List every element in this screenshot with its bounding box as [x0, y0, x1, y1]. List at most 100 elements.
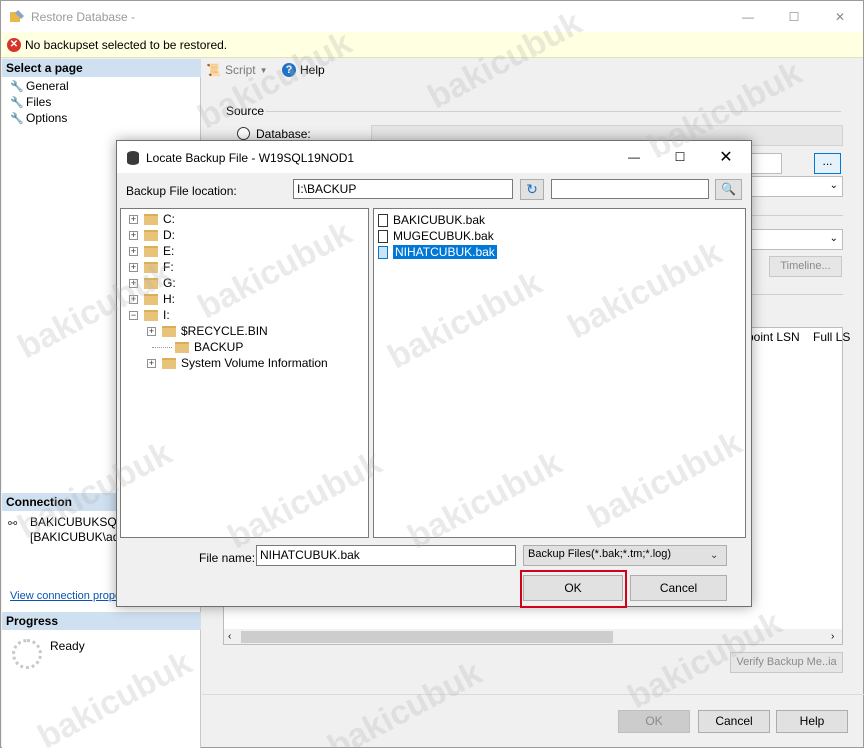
source-database-combo[interactable]: ⌄ [749, 176, 843, 197]
script-icon: 📜 [206, 63, 221, 77]
file-type-select[interactable]: Backup Files(*.bak;*.tm;*.log) [523, 545, 727, 566]
minimize-button[interactable]: — [725, 1, 771, 32]
file-name: MUGECUBUK.bak [393, 229, 494, 243]
expand-icon[interactable]: + [129, 246, 138, 256]
file-item[interactable]: MUGECUBUK.bak [378, 228, 494, 244]
expand-icon[interactable]: + [147, 326, 156, 336]
folder-icon [144, 277, 158, 289]
view-connection-properties-link[interactable]: View connection prope [10, 590, 121, 602]
expand-icon[interactable]: + [147, 358, 156, 368]
folder-tree[interactable]: + C: + D: + E: + F: + G: + H: − I: + $RECYCLE.BI… [120, 208, 369, 538]
close-button[interactable]: ✕ [817, 1, 863, 32]
expand-icon[interactable]: + [129, 214, 138, 224]
folder-icon [144, 309, 158, 321]
source-group-label: Source [226, 104, 265, 118]
dialog-minimize-button[interactable]: — [611, 141, 657, 173]
tree-node-label: I: [163, 308, 170, 322]
wrench-icon: 🔧 [10, 80, 24, 93]
ok-highlight-frame [520, 570, 627, 608]
page-general[interactable]: 🔧 General [10, 79, 69, 93]
tree-node-c[interactable]: + C: [129, 211, 175, 227]
tree-node-i[interactable]: − I: [129, 307, 170, 323]
progress-header: Progress [2, 612, 201, 630]
scrollbar-thumb[interactable] [241, 631, 613, 643]
expand-icon[interactable]: + [129, 262, 138, 272]
footer-divider [202, 694, 864, 695]
expand-icon[interactable]: + [129, 294, 138, 304]
timeline-button[interactable]: Timeline... [769, 256, 842, 277]
tree-node-d[interactable]: + D: [129, 227, 175, 243]
page-options[interactable]: 🔧 Options [10, 111, 67, 125]
tree-node-label: C: [163, 212, 175, 226]
restore-database-window: Restore Database - — ☐ ✕ ✕ No backupset … [0, 0, 864, 748]
expand-icon[interactable]: + [129, 278, 138, 288]
chevron-down-icon: ⌄ [829, 233, 838, 244]
connection-icon: ⚯ [8, 518, 18, 530]
file-item[interactable]: BAKICUBUK.bak [378, 212, 485, 228]
database-radio-label: Database: [256, 127, 311, 141]
file-name-input[interactable]: NIHATCUBUK.bak [256, 545, 516, 566]
tree-node-e[interactable]: + E: [129, 243, 174, 259]
file-name: BAKICUBUK.bak [393, 213, 486, 227]
chevron-down-icon[interactable]: ⌄ [710, 550, 718, 561]
file-icon [378, 229, 388, 243]
tree-node-label: G: [163, 276, 176, 290]
backup-location-input[interactable]: I:\BACKUP [293, 179, 513, 199]
destination-database-combo[interactable]: ⌄ [749, 229, 843, 250]
cancel-button[interactable]: Cancel [698, 710, 770, 733]
folder-icon [144, 245, 158, 257]
tree-node-label: $RECYCLE.BIN [181, 324, 268, 338]
tree-node-recycle-bin[interactable]: + $RECYCLE.BIN [147, 323, 268, 339]
chevron-down-icon: ▼ [259, 65, 268, 75]
page-options-label: Options [26, 111, 68, 125]
script-button[interactable]: 📜 Script ▼ [206, 63, 268, 77]
tree-node-backup[interactable]: BACKUP [152, 339, 243, 355]
tree-node-label: H: [163, 292, 175, 306]
tree-node-f[interactable]: + F: [129, 259, 174, 275]
tree-node-system-volume-information[interactable]: + System Volume Information [147, 355, 328, 371]
tree-node-h[interactable]: + H: [129, 291, 175, 307]
help-toolbar-button[interactable]: ? Help [282, 63, 325, 77]
dialog-maximize-button[interactable]: ☐ [657, 141, 703, 173]
page-files-label: Files [26, 95, 52, 109]
collapse-icon[interactable]: − [129, 310, 138, 320]
scroll-right-icon[interactable]: › [831, 631, 834, 642]
tree-node-label: D: [163, 228, 175, 242]
folder-icon [162, 325, 176, 337]
dialog-title: Locate Backup File - W19SQL19NOD1 [146, 151, 355, 165]
scroll-left-icon[interactable]: ‹ [228, 631, 231, 642]
ok-button[interactable]: OK [618, 710, 690, 733]
refresh-button[interactable]: ↻ [520, 179, 544, 200]
help-toolbar-label: Help [300, 63, 325, 77]
file-list[interactable]: BAKICUBUK.bak MUGECUBUK.bak NIHATCUBUK.b… [373, 208, 746, 538]
expand-icon[interactable]: + [129, 230, 138, 240]
grid-column-header[interactable]: point LSN [747, 330, 800, 344]
tree-node-label: E: [163, 244, 175, 258]
search-icon: 🔍 [721, 182, 736, 196]
wrench-icon: 🔧 [10, 96, 24, 109]
restore-plan-divider [749, 294, 843, 295]
dialog-close-button[interactable]: ✕ [703, 141, 749, 173]
verify-backup-media-button[interactable]: Verify Backup Me..ia [730, 652, 843, 673]
toolbar: 📜 Script ▼ ? Help [202, 59, 863, 85]
grid-column-header[interactable]: Full LS [813, 330, 850, 344]
maximize-button[interactable]: ☐ [771, 1, 817, 32]
file-item-selected[interactable]: NIHATCUBUK.bak [378, 244, 498, 260]
page-files[interactable]: 🔧 Files [10, 95, 51, 109]
dialog-title-bar: Locate Backup File - W19SQL19NOD1 — ☐ ✕ [117, 141, 751, 173]
dialog-cancel-button[interactable]: Cancel [630, 575, 727, 601]
help-button[interactable]: Help [776, 710, 848, 733]
search-button[interactable]: 🔍 [715, 179, 742, 200]
title-bar: Restore Database - — ☐ ✕ [1, 1, 863, 32]
tree-connector [152, 346, 172, 348]
browse-device-button[interactable]: ... [814, 153, 841, 174]
destination-divider [749, 215, 843, 216]
tree-node-g[interactable]: + G: [129, 275, 176, 291]
device-input[interactable] [749, 153, 782, 174]
file-search-input[interactable] [551, 179, 709, 199]
file-icon [378, 213, 388, 227]
app-icon [9, 9, 25, 25]
database-radio[interactable] [237, 127, 250, 140]
select-page-header: Select a page [2, 59, 201, 77]
script-label: Script [224, 63, 256, 77]
